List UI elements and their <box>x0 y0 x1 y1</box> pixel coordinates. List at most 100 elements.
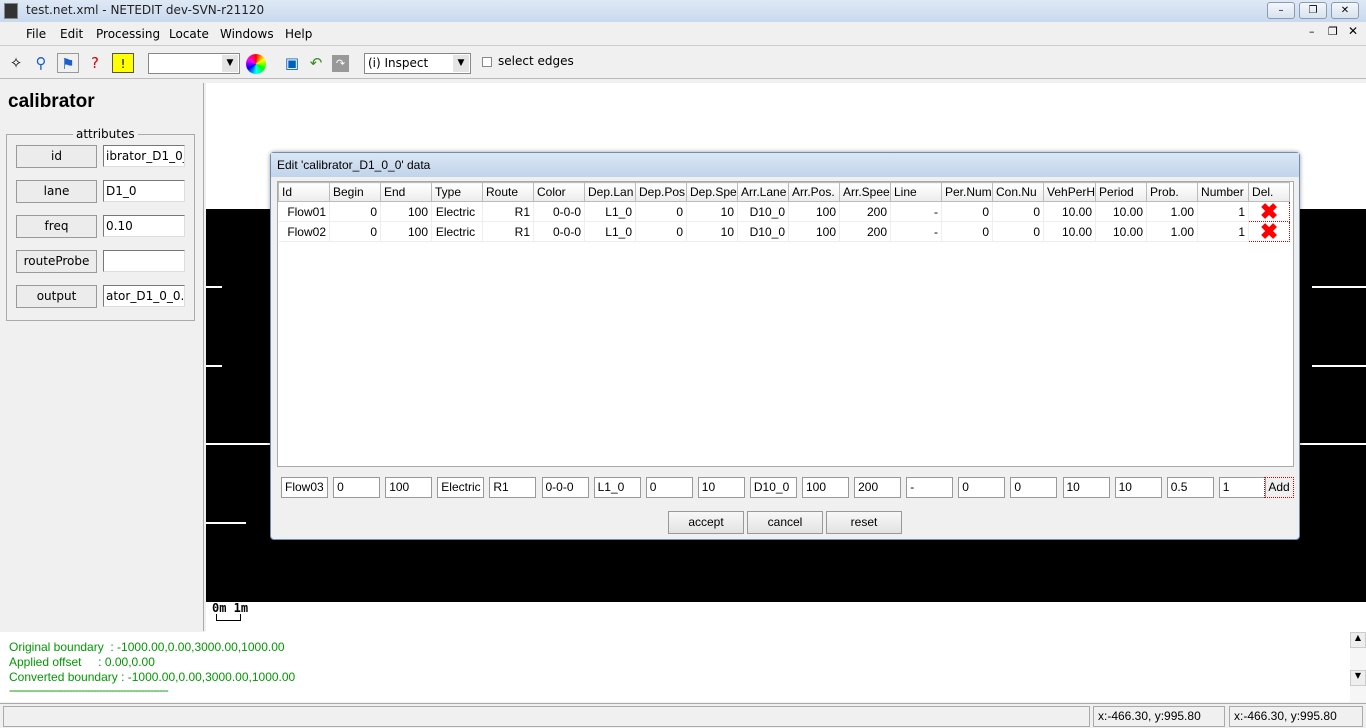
column-header[interactable]: Dep.Pos <box>635 182 687 202</box>
new-flow-input[interactable]: L1_0 <box>593 477 641 498</box>
attr-routeprobe-input[interactable] <box>103 250 185 272</box>
column-header[interactable]: Arr.Pos. <box>788 182 840 202</box>
new-flow-input[interactable]: R1 <box>489 477 537 498</box>
mdi-minimize-icon[interactable]: – <box>1309 25 1315 38</box>
new-flow-input[interactable]: 200 <box>854 477 902 498</box>
table-cell[interactable]: 0 <box>992 201 1044 222</box>
attr-output-input[interactable]: ator_D1_0_0.txt <box>103 285 185 307</box>
table-cell[interactable]: 1.00 <box>1146 201 1199 222</box>
column-header[interactable]: Period <box>1095 182 1148 202</box>
new-flow-input[interactable]: 10 <box>1114 477 1162 498</box>
undo-icon[interactable]: ↶ <box>305 53 327 73</box>
column-header[interactable]: Type <box>431 182 483 202</box>
column-header[interactable]: Dep.Spe <box>686 182 738 202</box>
column-header[interactable]: Color <box>533 182 585 202</box>
menu-windows[interactable]: Windows <box>220 27 274 41</box>
scheme-select[interactable]: ▼ <box>148 53 240 74</box>
mode-select[interactable]: (i) Inspect ▼ <box>364 53 471 74</box>
table-cell[interactable]: Flow02 <box>278 221 330 242</box>
attr-freq-input[interactable]: 0.10 <box>103 215 185 237</box>
menu-locate[interactable]: Locate <box>169 27 209 41</box>
menu-processing[interactable]: Processing <box>96 27 160 41</box>
column-header[interactable]: Arr.Lane <box>737 182 789 202</box>
delete-row-icon[interactable]: ✖ <box>1248 220 1291 242</box>
table-cell[interactable]: 10.00 <box>1095 201 1148 222</box>
table-cell[interactable]: 10.00 <box>1095 221 1148 242</box>
cancel-button[interactable]: cancel <box>747 511 823 534</box>
menu-edit[interactable]: Edit <box>60 27 83 41</box>
table-cell[interactable]: 1.00 <box>1146 221 1199 242</box>
table-cell[interactable]: R1 <box>482 221 534 242</box>
new-flow-input[interactable]: 100 <box>802 477 849 498</box>
table-cell[interactable]: D10_0 <box>737 221 789 242</box>
accept-button[interactable]: accept <box>668 511 744 534</box>
column-header[interactable]: Line <box>890 182 942 202</box>
table-cell[interactable]: 0 <box>635 201 687 222</box>
column-header[interactable]: VehPerH <box>1042 182 1097 202</box>
select-edges-checkbox[interactable] <box>482 57 492 67</box>
table-cell[interactable]: 0 <box>635 221 687 242</box>
table-cell[interactable]: 1 <box>1197 201 1250 222</box>
color-wheel-icon[interactable] <box>246 54 266 74</box>
attr-lane-input[interactable]: D1_0 <box>103 180 185 202</box>
table-cell[interactable]: Electric <box>431 221 483 242</box>
attr-output-button[interactable]: output <box>16 285 97 308</box>
table-cell[interactable]: D10_0 <box>737 201 789 222</box>
column-header[interactable]: Arr.Spee <box>839 182 891 202</box>
table-cell[interactable]: R1 <box>482 201 534 222</box>
table-cell[interactable]: 100 <box>380 201 432 222</box>
column-header[interactable]: Prob. <box>1146 182 1199 202</box>
table-cell[interactable]: 100 <box>380 221 432 242</box>
new-flow-input[interactable]: D10_0 <box>749 477 797 498</box>
camera-icon[interactable]: ▣ <box>281 53 303 73</box>
restore-button[interactable]: ❐ <box>1299 2 1327 19</box>
table-cell[interactable]: 0 <box>941 201 993 222</box>
table-cell[interactable]: 0 <box>329 221 381 242</box>
new-flow-input[interactable]: - <box>906 477 954 498</box>
column-header[interactable]: Begin <box>329 182 381 202</box>
table-cell[interactable]: 0 <box>992 221 1044 242</box>
attr-id-button[interactable]: id <box>16 145 97 168</box>
new-flow-input[interactable]: 0 <box>645 477 693 498</box>
table-cell[interactable]: Electric <box>431 201 483 222</box>
table-cell[interactable]: 0-0-0 <box>533 221 585 242</box>
locate-icon[interactable]: ⚑ <box>57 53 79 73</box>
table-cell[interactable]: L1_0 <box>584 221 636 242</box>
new-flow-input[interactable]: 10 <box>697 477 745 498</box>
new-flow-input[interactable]: Electric <box>437 477 485 498</box>
table-cell[interactable]: 10 <box>686 201 738 222</box>
log-scrollbar[interactable]: ▲ ▼ <box>1350 632 1366 702</box>
column-header[interactable]: Per.Num <box>941 182 993 202</box>
column-header[interactable]: Id <box>278 182 330 202</box>
help-icon[interactable]: ? <box>84 53 106 73</box>
close-button[interactable]: ✕ <box>1331 2 1359 19</box>
table-cell[interactable]: - <box>890 201 942 222</box>
zoom-icon[interactable]: ⚲ <box>30 53 52 73</box>
attr-id-input[interactable]: ibrator_D1_0_0 <box>103 145 185 167</box>
attr-freq-button[interactable]: freq <box>16 215 97 238</box>
attr-routeprobe-button[interactable]: routeProbe <box>16 250 97 273</box>
mdi-restore-icon[interactable]: ❐ <box>1328 25 1338 38</box>
new-flow-input[interactable]: 0 <box>333 477 381 498</box>
new-flow-input[interactable]: 1 <box>1218 477 1266 498</box>
add-button[interactable]: Add <box>1264 477 1294 498</box>
table-cell[interactable]: 1 <box>1197 221 1250 242</box>
table-cell[interactable]: L1_0 <box>584 201 636 222</box>
new-flow-input[interactable]: 10 <box>1062 477 1110 498</box>
table-cell[interactable]: 0 <box>941 221 993 242</box>
scroll-up-icon[interactable]: ▲ <box>1350 632 1366 648</box>
redo-icon[interactable]: ↷ <box>332 55 349 72</box>
column-header[interactable]: End <box>380 182 432 202</box>
table-cell[interactable]: 0-0-0 <box>533 201 585 222</box>
mdi-close-icon[interactable]: ✕ <box>1348 24 1358 38</box>
menu-file[interactable]: File <box>26 27 46 41</box>
table-cell[interactable]: 200 <box>839 201 891 222</box>
recenter-view-icon[interactable]: ✧ <box>5 53 27 73</box>
scroll-down-icon[interactable]: ▼ <box>1350 670 1366 686</box>
tooltip-icon[interactable]: ! <box>112 53 134 73</box>
menu-help[interactable]: Help <box>285 27 312 41</box>
new-flow-input[interactable]: 100 <box>385 477 433 498</box>
table-cell[interactable]: 10 <box>686 221 738 242</box>
new-flow-input[interactable]: 0 <box>1010 477 1058 498</box>
table-cell[interactable]: 10.00 <box>1043 221 1097 242</box>
